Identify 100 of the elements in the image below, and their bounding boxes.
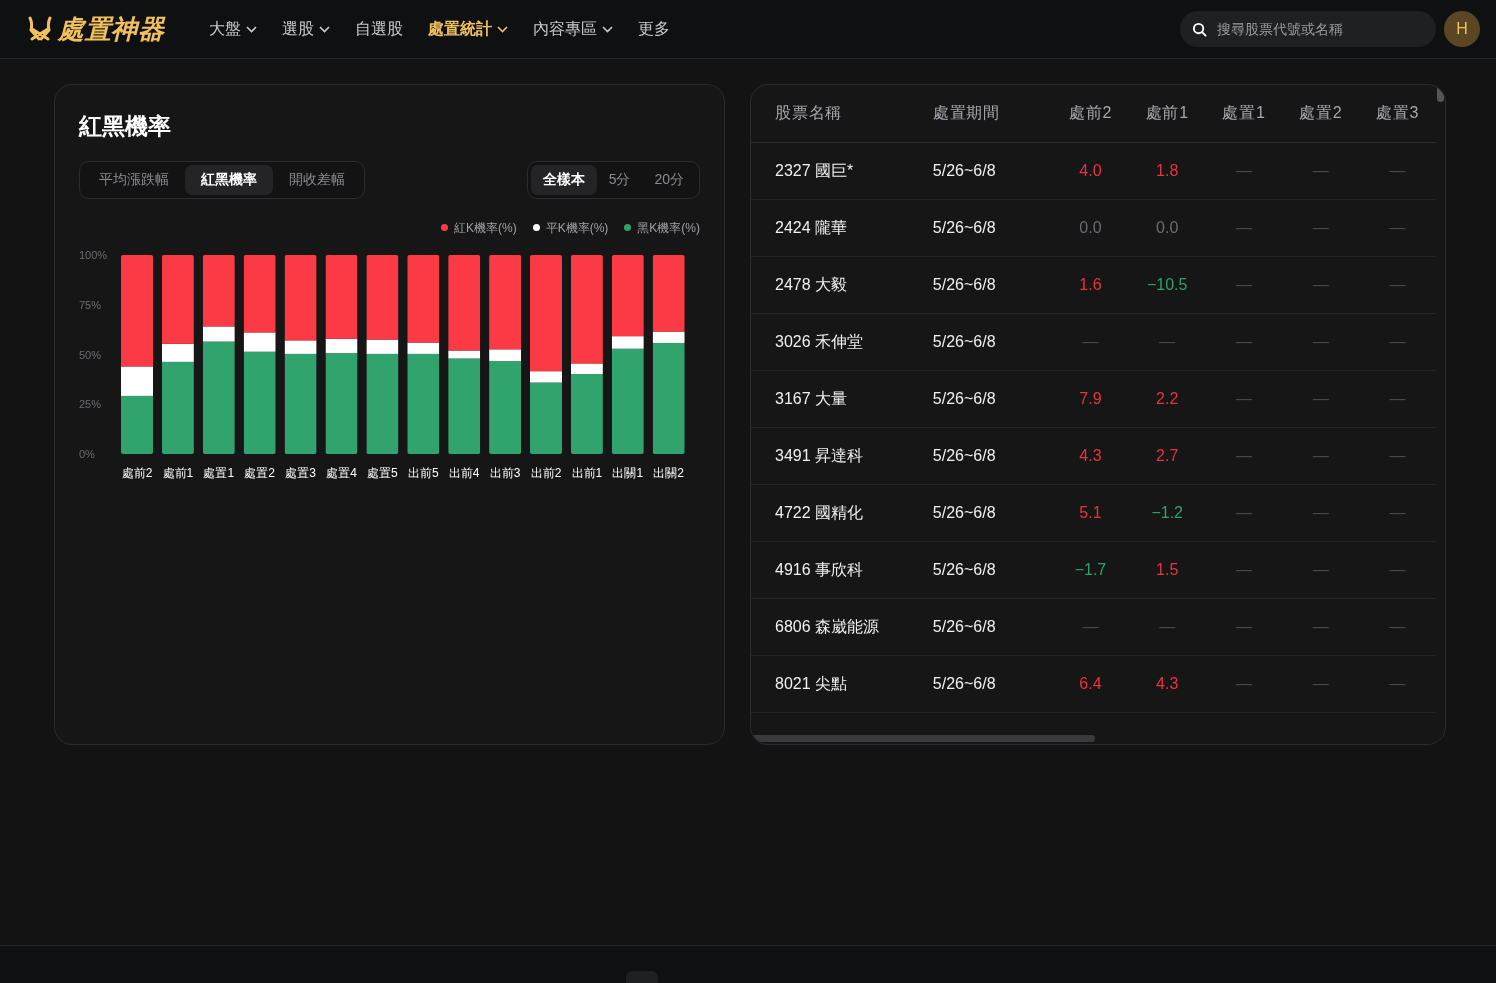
table-cell: — xyxy=(1312,161,1329,179)
x-axis-label: 出前3 xyxy=(489,465,521,480)
table-cell: 1.5 xyxy=(1156,560,1179,578)
table-cell: 5/26~6/8 xyxy=(932,218,996,236)
nav-link[interactable]: 處置統計 xyxy=(427,17,508,41)
nav-link[interactable]: 選股 xyxy=(281,17,330,41)
table-cell: 5/26~6/8 xyxy=(932,560,996,578)
x-axis-label: 處置1 xyxy=(203,465,235,480)
table-cell: — xyxy=(1236,674,1252,692)
table-cell: 2.2 xyxy=(1156,389,1179,407)
table-cell: 4916 事欣科 xyxy=(775,560,864,578)
x-axis-label: 處前2 xyxy=(121,465,153,480)
x-axis-label: 出前4 xyxy=(448,465,480,480)
y-axis-label: 25% xyxy=(79,397,102,410)
table-cell: — xyxy=(1082,617,1099,635)
table-cell: 4.3 xyxy=(1079,446,1102,464)
table-cell: — xyxy=(1389,617,1406,635)
table-cell: — xyxy=(1389,560,1406,578)
table-cell: — xyxy=(1389,332,1406,350)
column-header: 處置2 xyxy=(1282,85,1360,142)
search-field[interactable]: 搜尋股票代號或名稱 xyxy=(1180,11,1436,47)
table-cell: 8021 尖點 xyxy=(775,674,848,692)
table-cell: 1.8 xyxy=(1156,161,1179,179)
x-axis-label: 處前1 xyxy=(162,465,194,480)
table-cell: 2424 隴華 xyxy=(775,218,848,236)
table-cell: 3491 昇達科 xyxy=(775,446,864,464)
y-axis-label: 75% xyxy=(79,298,102,311)
table-cell: 3026 禾伸堂 xyxy=(775,332,864,350)
table-cell: 5/26~6/8 xyxy=(932,617,996,635)
table-cell: — xyxy=(1312,332,1329,350)
x-axis-label: 出前5 xyxy=(407,465,439,480)
table-cell: 7.9 xyxy=(1079,389,1102,407)
table-cell: 4.3 xyxy=(1156,674,1179,692)
table-cell: — xyxy=(1236,161,1252,179)
column-header: 處前1 xyxy=(1128,85,1206,142)
table-cell: −1.7 xyxy=(1074,560,1107,578)
table-cell: 5/26~6/8 xyxy=(932,275,996,293)
column-header: 股票名稱 xyxy=(751,85,933,142)
table-cell: 3167 大量 xyxy=(775,389,848,407)
logo-text[interactable]: 處置神器 xyxy=(58,9,165,49)
y-axis-label: 100% xyxy=(79,250,108,261)
table-cell: 2327 國巨* xyxy=(775,161,854,179)
segment-tab[interactable]: 5分 xyxy=(596,164,643,195)
table-cell: 5/26~6/8 xyxy=(932,161,996,179)
table-cell: — xyxy=(1389,161,1406,179)
table-cell: 4722 國精化 xyxy=(775,503,864,521)
table-cell: — xyxy=(1236,218,1252,236)
table-cell: — xyxy=(1236,332,1252,350)
table-cell: −1.2 xyxy=(1151,503,1183,521)
table-cell: — xyxy=(1389,275,1406,293)
table-cell: 5/26~6/8 xyxy=(932,674,996,692)
table-cell: 5/26~6/8 xyxy=(932,389,996,407)
card-title: 紅黑機率 xyxy=(79,112,172,141)
y-axis-label: 50% xyxy=(79,348,102,360)
segment-tab[interactable]: 全樣本 xyxy=(530,164,597,195)
x-axis-label: 處置5 xyxy=(367,465,398,480)
segment-tab[interactable]: 紅黑機率 xyxy=(185,164,273,195)
table-cell: 1.6 xyxy=(1079,275,1102,293)
table-cell: — xyxy=(1389,674,1406,692)
logo-icon xyxy=(26,15,54,43)
search-icon xyxy=(1192,22,1207,37)
column-header: 處置3 xyxy=(1359,85,1436,142)
table-cell: 6.4 xyxy=(1079,674,1102,692)
table-cell: — xyxy=(1312,560,1329,578)
nav-link[interactable]: 內容專區 xyxy=(532,17,613,41)
table-cell: — xyxy=(1312,218,1329,236)
nav-link[interactable]: 自選股 xyxy=(354,17,403,41)
table-cell: — xyxy=(1312,503,1329,521)
table-cell: — xyxy=(1389,503,1406,521)
table-cell: — xyxy=(1236,389,1252,407)
table-cell: 5/26~6/8 xyxy=(932,332,996,350)
nav-link[interactable]: 更多 xyxy=(637,17,670,41)
table-cell: — xyxy=(1236,446,1252,464)
table-cell: — xyxy=(1312,446,1329,464)
x-axis-label: 出前1 xyxy=(571,465,603,480)
nav-link[interactable]: 大盤 xyxy=(208,17,257,41)
table-cell: — xyxy=(1236,560,1252,578)
table-cell: — xyxy=(1389,389,1406,407)
table-cell: 2478 大毅 xyxy=(775,275,848,293)
column-header: 處置1 xyxy=(1205,85,1283,142)
table-cell: — xyxy=(1389,218,1406,236)
table-cell: 2.7 xyxy=(1156,446,1179,464)
table-cell: 0.0 xyxy=(1079,218,1102,236)
table-cell: 4.0 xyxy=(1079,161,1102,179)
segment-tab[interactable]: 開收差幅 xyxy=(273,164,361,195)
table-cell: — xyxy=(1312,617,1329,635)
table-cell: −10.5 xyxy=(1146,275,1188,293)
segment-tab[interactable]: 20分 xyxy=(642,164,696,195)
x-axis-label: 出關1 xyxy=(612,465,644,480)
table-cell: — xyxy=(1236,275,1252,293)
table-cell: 6806 森崴能源 xyxy=(775,617,880,635)
table-cell: — xyxy=(1312,674,1329,692)
table-cell: — xyxy=(1312,389,1329,407)
avatar[interactable]: H xyxy=(1444,11,1480,47)
table-cell: — xyxy=(1082,332,1099,350)
segment-tab[interactable]: 平均漲跌幅 xyxy=(83,164,185,195)
legend-label: 平K機率(%) xyxy=(545,219,609,237)
horizontal-scrollbar-thumb[interactable] xyxy=(751,735,1095,742)
table-cell: — xyxy=(1312,275,1329,293)
y-axis-label: 0% xyxy=(79,447,95,460)
